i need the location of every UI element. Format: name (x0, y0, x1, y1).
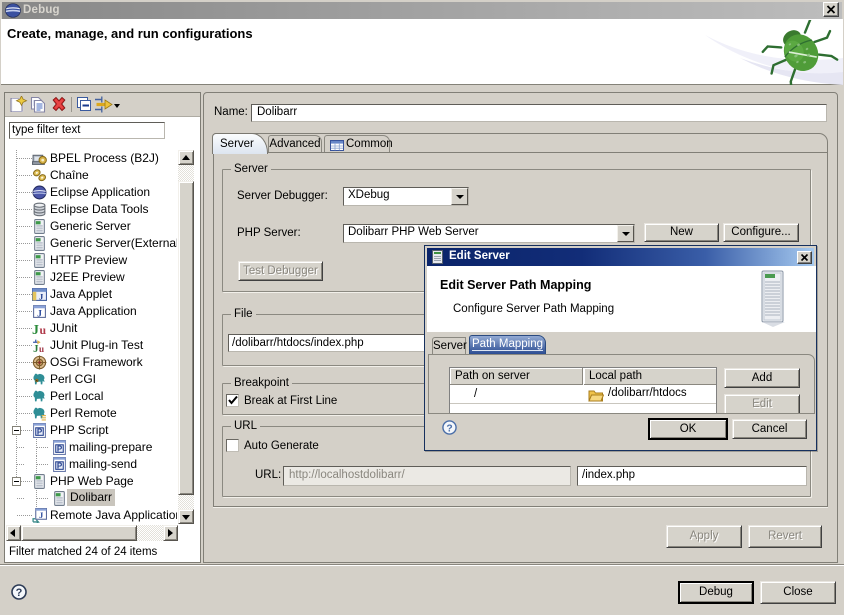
svg-text:?: ? (446, 423, 452, 434)
svg-text:?: ? (16, 587, 23, 599)
